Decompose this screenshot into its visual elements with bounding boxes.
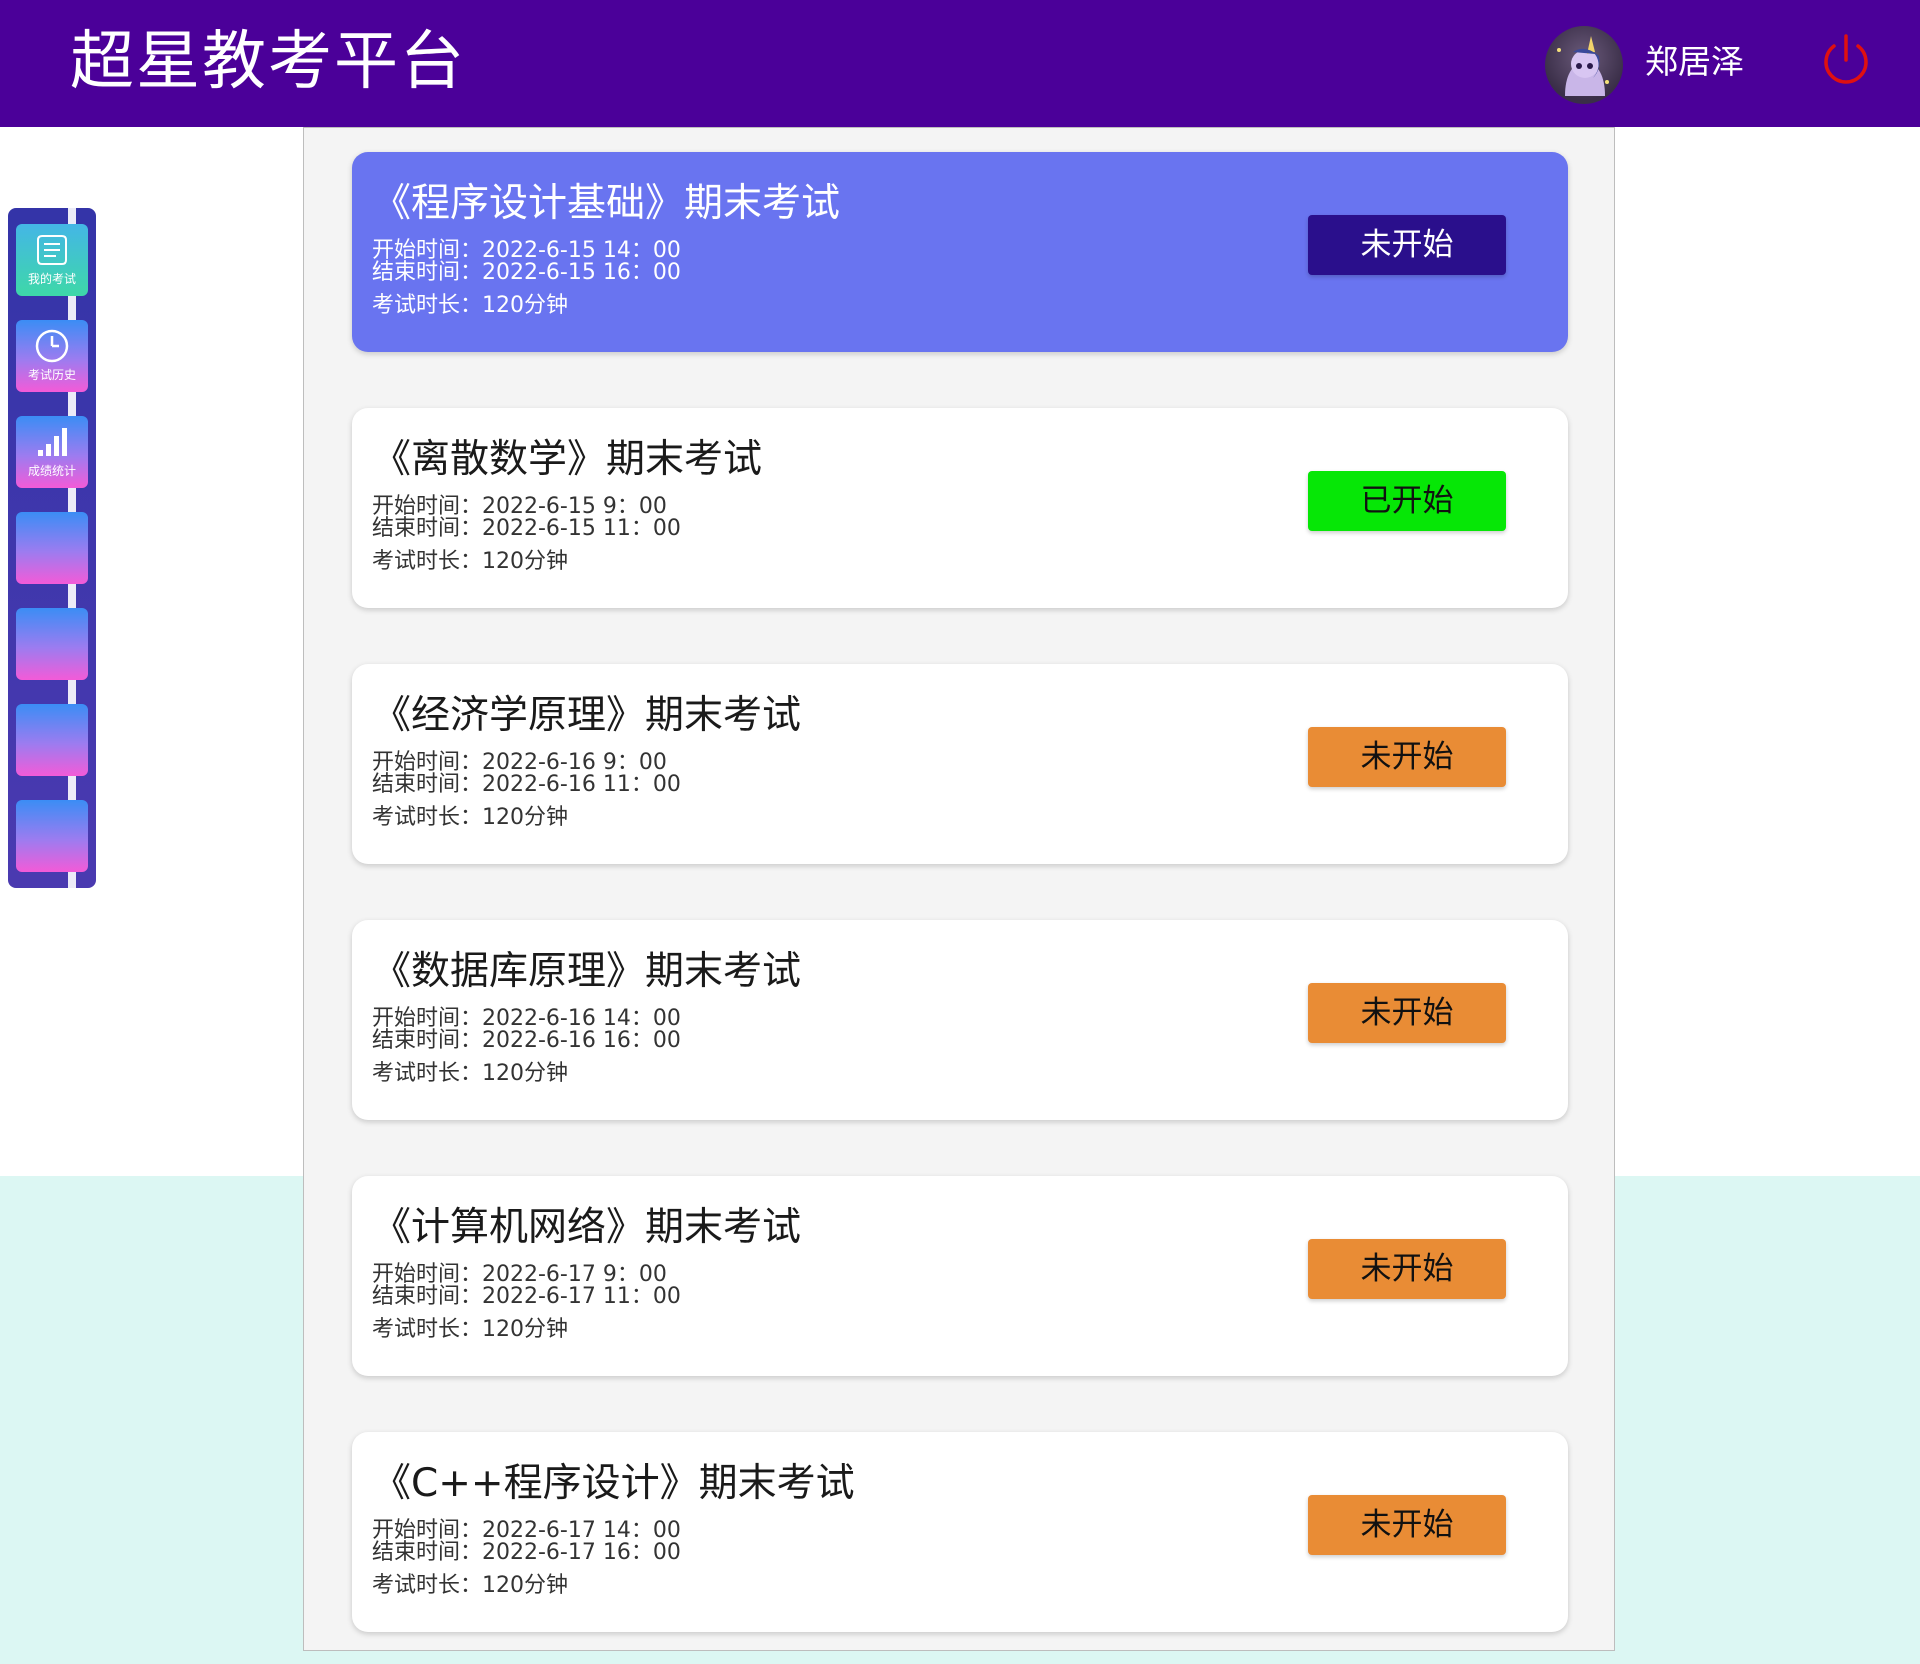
exam-start-time: 开始时间：2022-6-15 9：00 <box>372 494 667 519</box>
exam-duration: 考试时长：120分钟 <box>372 549 568 574</box>
sidebar-item-label: 成绩统计 <box>27 464 76 478</box>
sidebar-item-empty-3[interactable] <box>16 704 88 776</box>
sidebar-item-label: 我的考试 <box>27 272 76 286</box>
logout-button[interactable] <box>1818 30 1874 90</box>
exam-status-button[interactable]: 未开始 <box>1308 1239 1506 1299</box>
sidebar-item-empty-4[interactable] <box>16 800 88 872</box>
username: 郑居泽 <box>1645 42 1744 81</box>
exam-title: 《离散数学》期末考试 <box>372 437 763 482</box>
exam-end-time: 结束时间：2022-6-16 11：00 <box>372 772 681 797</box>
exam-title: 《数据库原理》期末考试 <box>372 949 802 994</box>
bar-chart-icon <box>38 428 67 456</box>
exam-start-time: 开始时间：2022-6-16 9：00 <box>372 750 667 775</box>
sidebar-item-exam-history[interactable]: 考试历史 <box>16 320 88 392</box>
exam-card[interactable]: 《离散数学》期末考试 开始时间：2022-6-15 9：00 结束时间：2022… <box>352 408 1568 608</box>
sidebar: 我的考试 考试历史 成绩统计 <box>8 208 96 888</box>
exam-card[interactable]: 《C++程序设计》期末考试 开始时间：2022-6-17 14：00 结束时间：… <box>352 1432 1568 1632</box>
exam-duration: 考试时长：120分钟 <box>372 1317 568 1342</box>
user-avatar[interactable] <box>1545 26 1623 104</box>
exam-duration: 考试时长：120分钟 <box>372 293 568 318</box>
exam-end-time: 结束时间：2022-6-15 16：00 <box>372 260 681 285</box>
exam-end-time: 结束时间：2022-6-17 16：00 <box>372 1540 681 1565</box>
exam-status-button[interactable]: 已开始 <box>1308 471 1506 531</box>
exam-card[interactable]: 《经济学原理》期末考试 开始时间：2022-6-16 9：00 结束时间：202… <box>352 664 1568 864</box>
sidebar-item-score-stats[interactable]: 成绩统计 <box>16 416 88 488</box>
exam-status-button[interactable]: 未开始 <box>1308 215 1506 275</box>
scroll-icon <box>37 235 67 265</box>
exam-title: 《C++程序设计》期末考试 <box>372 1461 855 1506</box>
sidebar-item-label: 考试历史 <box>27 368 76 382</box>
exam-list-panel: 《程序设计基础》期末考试 开始时间：2022-6-15 14：00 结束时间：2… <box>303 127 1615 1651</box>
exam-title: 《经济学原理》期末考试 <box>372 693 802 738</box>
exam-card[interactable]: 《程序设计基础》期末考试 开始时间：2022-6-15 14：00 结束时间：2… <box>352 152 1568 352</box>
sidebar-item-empty-2[interactable] <box>16 608 88 680</box>
exam-duration: 考试时长：120分钟 <box>372 1061 568 1086</box>
power-icon <box>1824 34 1868 84</box>
exam-end-time: 结束时间：2022-6-15 11：00 <box>372 516 681 541</box>
exam-start-time: 开始时间：2022-6-15 14：00 <box>372 238 681 263</box>
exam-end-time: 结束时间：2022-6-17 11：00 <box>372 1284 681 1309</box>
exam-start-time: 开始时间：2022-6-17 9：00 <box>372 1262 667 1287</box>
exam-status-button[interactable]: 未开始 <box>1308 983 1506 1043</box>
exam-duration: 考试时长：120分钟 <box>372 805 568 830</box>
exam-end-time: 结束时间：2022-6-16 16：00 <box>372 1028 681 1053</box>
exam-start-time: 开始时间：2022-6-17 14：00 <box>372 1518 681 1543</box>
clock-icon <box>35 329 69 363</box>
exam-status-button[interactable]: 未开始 <box>1308 727 1506 787</box>
exam-card[interactable]: 《数据库原理》期末考试 开始时间：2022-6-16 14：00 结束时间：20… <box>352 920 1568 1120</box>
exam-title: 《程序设计基础》期末考试 <box>372 181 841 226</box>
unicorn-avatar-icon <box>1557 36 1609 96</box>
sidebar-item-my-exams[interactable]: 我的考试 <box>16 224 88 296</box>
platform-title: 超星教考平台 <box>70 25 466 99</box>
exam-card[interactable]: 《计算机网络》期末考试 开始时间：2022-6-17 9：00 结束时间：202… <box>352 1176 1568 1376</box>
exam-status-button[interactable]: 未开始 <box>1308 1495 1506 1555</box>
top-navigation-bar: 超星教考平台 郑居泽 <box>0 0 1920 127</box>
exam-start-time: 开始时间：2022-6-16 14：00 <box>372 1006 681 1031</box>
exam-title: 《计算机网络》期末考试 <box>372 1205 802 1250</box>
exam-duration: 考试时长：120分钟 <box>372 1573 568 1598</box>
sidebar-item-empty-1[interactable] <box>16 512 88 584</box>
